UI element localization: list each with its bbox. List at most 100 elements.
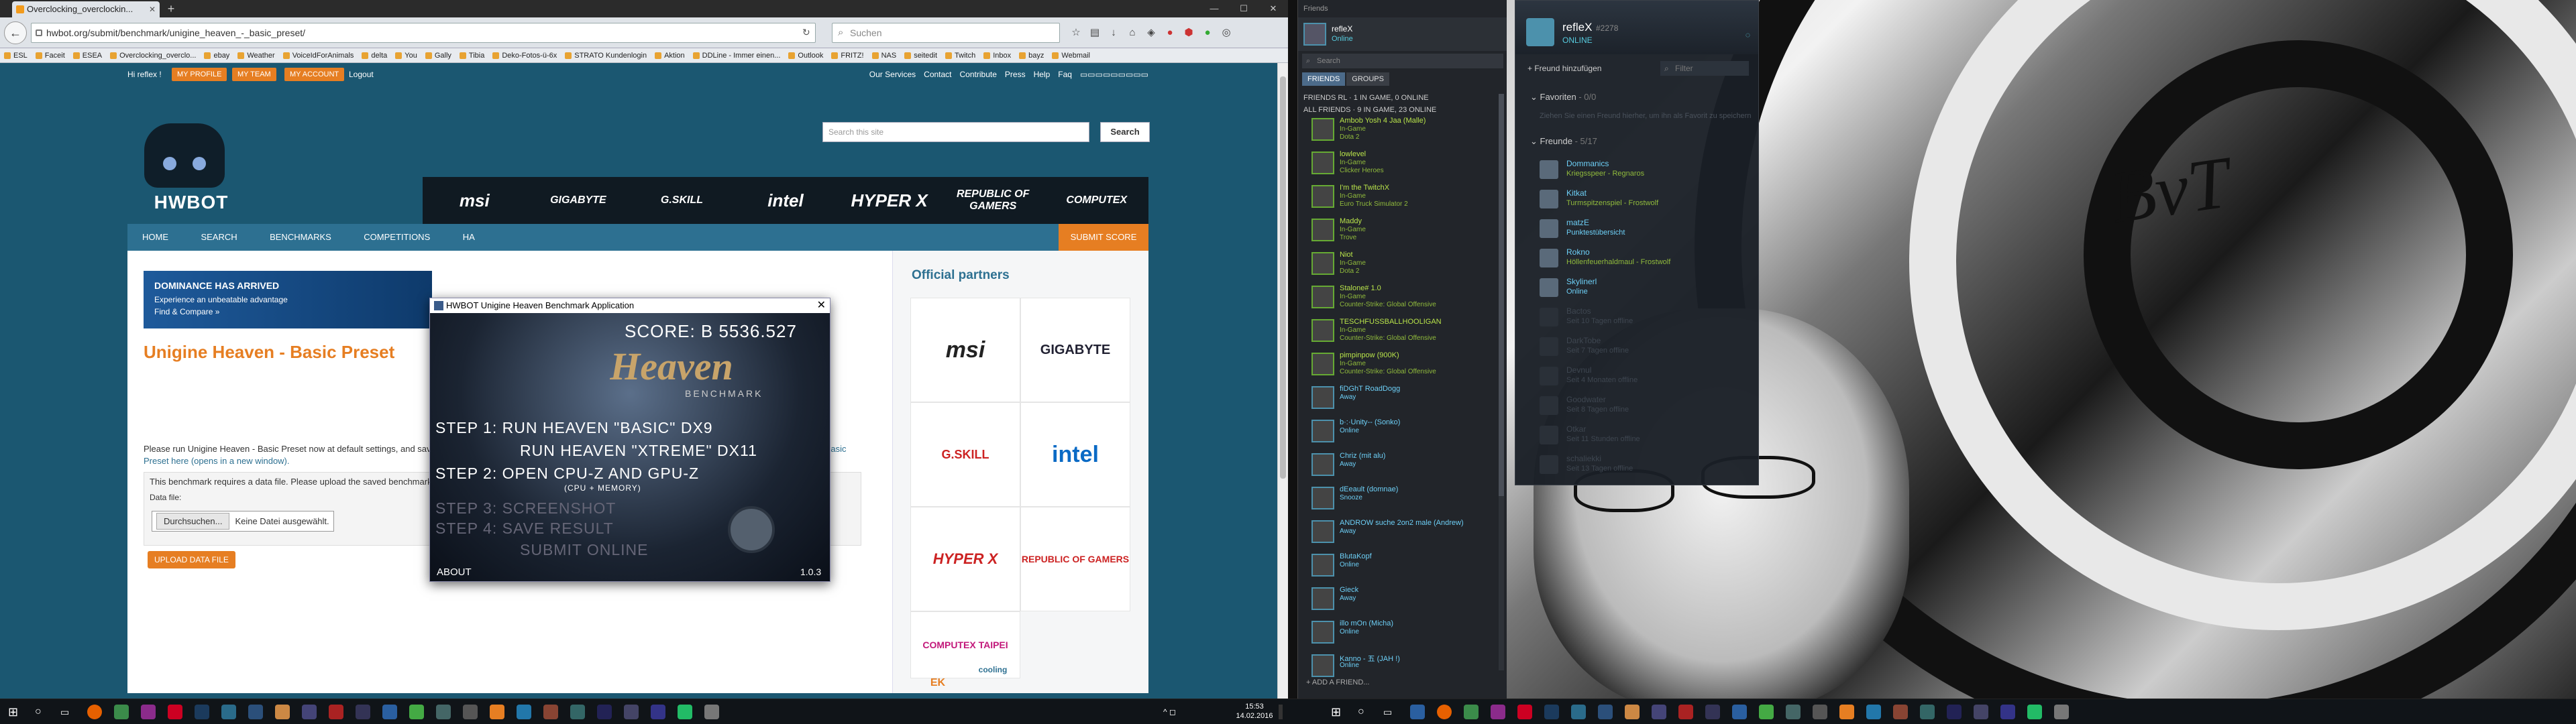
show-desktop-button[interactable] xyxy=(1279,705,1283,719)
app-slate-icon[interactable] xyxy=(624,705,639,719)
app-chip-icon[interactable] xyxy=(1705,705,1720,719)
steam-icon[interactable] xyxy=(195,705,209,719)
home-icon[interactable]: ⌂ xyxy=(1124,25,1140,40)
list-item[interactable]: Ambob Yosh 4 Jaa (Malle) In-Game Dota 2 xyxy=(1298,114,1507,146)
step3-screenshot-button[interactable]: STEP 3: SCREENSHOT xyxy=(435,499,616,518)
top-link-contribute[interactable]: Contribute xyxy=(960,70,997,79)
back-button[interactable]: ← xyxy=(4,21,27,44)
partner-hyperx[interactable]: HYPER X xyxy=(910,507,1020,611)
bookmark-item[interactable]: ESL xyxy=(0,52,32,60)
my-profile-header[interactable]: refleX Online xyxy=(1298,17,1507,51)
app-64-icon[interactable] xyxy=(1678,705,1693,719)
language-flags-icon[interactable]: ▭▭▭▭▭▭▭▭▭ xyxy=(1080,70,1148,79)
list-item[interactable]: Stalone# 1.0 In-Game Counter-Strike: Globa… xyxy=(1298,282,1507,314)
addon-red-icon[interactable]: ● xyxy=(1162,25,1178,40)
list-item[interactable]: lowlevel In-Game Clicker Heroes xyxy=(1298,147,1507,180)
my-account-button[interactable]: MY ACCOUNT xyxy=(284,68,345,81)
bookmark-item[interactable]: seitedit xyxy=(900,52,941,60)
pocket-icon[interactable]: ◈ xyxy=(1143,25,1159,40)
app-orange-icon[interactable] xyxy=(275,705,290,719)
app-64-icon[interactable] xyxy=(329,705,343,719)
list-item[interactable]: pimpinpow (900K) In-Game Counter-Strike: G… xyxy=(1298,349,1507,381)
list-item[interactable]: Chriz (mit alu) Away xyxy=(1298,449,1507,481)
top-link-faq[interactable]: Faq xyxy=(1058,70,1072,79)
app-brown-icon[interactable] xyxy=(1893,705,1908,719)
upload-data-file-button[interactable]: UPLOAD DATA FILE xyxy=(148,551,235,568)
bookmark-item[interactable]: Twitch xyxy=(941,52,979,60)
close-icon[interactable]: ✕ xyxy=(1258,0,1288,17)
my-profile-button[interactable]: MY PROFILE xyxy=(172,68,227,81)
logout-link[interactable]: Logout xyxy=(349,70,374,79)
tab-groups[interactable]: GROUPS xyxy=(1346,72,1389,86)
bookmark-item[interactable]: You xyxy=(391,52,421,60)
list-item[interactable]: BlutaKopf Online xyxy=(1298,550,1507,582)
sponsor-intel[interactable]: intel xyxy=(734,190,838,211)
profile-name[interactable]: refleX xyxy=(1562,21,1592,34)
bookmark-item[interactable]: bayz xyxy=(1015,52,1048,60)
sponsor-rog[interactable]: REPUBLIC OF GAMERS xyxy=(941,188,1045,213)
reading-list-icon[interactable]: ▤ xyxy=(1087,25,1103,40)
list-item[interactable]: Maddy In-Game Trove xyxy=(1298,215,1507,247)
list-item[interactable]: dEeault (domnae) Snooze xyxy=(1298,483,1507,515)
menu-benchmarks[interactable]: BENCHMARKS xyxy=(255,224,346,251)
list-item[interactable]: illo mOn (Micha) Online xyxy=(1298,617,1507,649)
my-team-button[interactable]: MY TEAM xyxy=(232,68,276,81)
list-item[interactable]: schaliekki Seit 13 Tagen offline xyxy=(1540,451,1754,481)
close-tab-icon[interactable]: ✕ xyxy=(149,1,156,17)
app-slate-icon[interactable] xyxy=(1974,705,1988,719)
app-chip-icon[interactable] xyxy=(356,705,370,719)
site-search-button[interactable]: Search xyxy=(1100,122,1150,142)
app-cyan-icon[interactable] xyxy=(1920,705,1935,719)
bookmark-item[interactable]: Aktion xyxy=(651,52,689,60)
app-orange-icon[interactable] xyxy=(1625,705,1640,719)
sponsor-gskill[interactable]: G.SKILL xyxy=(630,194,734,206)
vlc-icon[interactable] xyxy=(1839,705,1854,719)
step1-xtreme-button[interactable]: RUN HEAVEN "XTREME" DX11 xyxy=(520,442,757,460)
list-item[interactable]: Goodwater Seit 8 Tagen offline xyxy=(1540,392,1754,422)
app-dark-icon[interactable] xyxy=(1813,705,1827,719)
sponsor-computex[interactable]: COMPUTEX xyxy=(1044,194,1148,206)
bookmark-item[interactable]: Overclocking_overclo... xyxy=(106,52,200,60)
top-link-help[interactable]: Help xyxy=(1034,70,1051,79)
clock[interactable]: 15:53 14.02.2016 xyxy=(1234,702,1275,721)
partner-cooling[interactable]: cooling xyxy=(965,653,1020,686)
list-item[interactable]: b·:·Unity-- (Sonko) Online xyxy=(1298,416,1507,448)
bookmark-item[interactable]: VoiceIdForAnimals xyxy=(279,52,358,60)
browser-tab[interactable]: Overclocking_overclockin... ✕ xyxy=(12,1,160,17)
list-item[interactable]: Bactos Seit 10 Tagen offline xyxy=(1540,304,1754,333)
app-navy-icon[interactable] xyxy=(1947,705,1962,719)
list-item[interactable]: Otkar Seit 11 Stunden offline xyxy=(1540,422,1754,451)
task-view-icon[interactable]: ▭ xyxy=(1383,705,1398,719)
app-blue-icon[interactable] xyxy=(1571,705,1586,719)
bookmark-item[interactable]: Faceit xyxy=(32,52,69,60)
new-tab-button[interactable]: + xyxy=(164,2,178,15)
preset-link[interactable]: Preset here (opens in a new window). xyxy=(144,456,290,466)
steam-icon[interactable] xyxy=(1544,705,1559,719)
app-grey-icon[interactable] xyxy=(302,705,317,719)
app-monitor-icon[interactable] xyxy=(1598,705,1613,719)
list-item[interactable]: I'm the TwitchX In-Game Euro Truck Simulat… xyxy=(1298,181,1507,213)
step2-cpuz-button[interactable]: STEP 2: OPEN CPU-Z AND GPU-Z xyxy=(435,465,699,483)
list-item[interactable]: Skylinerl Online xyxy=(1540,274,1754,304)
chat-bubble-icon[interactable]: ◌ xyxy=(1746,30,1750,40)
search-icon[interactable]: ○ xyxy=(1358,705,1373,719)
app-dark-icon[interactable] xyxy=(463,705,478,719)
group-friends-rl[interactable]: FRIENDS RL · 1 IN GAME, 0 ONLINE xyxy=(1303,94,1429,102)
bookmark-item[interactable]: ebay xyxy=(200,52,233,60)
app-brown-icon[interactable] xyxy=(543,705,558,719)
bookmark-item[interactable]: Deko-Fotos-ü-6x xyxy=(488,52,561,60)
app-mint-icon[interactable] xyxy=(678,705,692,719)
bookmark-item[interactable]: Weather xyxy=(233,52,278,60)
page-scrollbar[interactable] xyxy=(1277,63,1288,699)
windows-start-icon[interactable]: ⊞ xyxy=(1331,705,1346,719)
file-input[interactable]: Durchsuchen... Keine Datei ausgewählt. xyxy=(152,511,334,532)
sponsor-msi[interactable]: msi xyxy=(423,190,527,211)
filezilla-icon[interactable] xyxy=(168,705,182,719)
teamspeak-icon[interactable] xyxy=(382,705,397,719)
bookmark-item[interactable]: Inbox xyxy=(979,52,1015,60)
tab-friends[interactable]: FRIENDS xyxy=(1302,72,1346,86)
addon-abp-icon[interactable]: ⬢ xyxy=(1181,25,1197,40)
step4-save-button[interactable]: STEP 4: SAVE RESULT xyxy=(435,520,614,538)
addon-green-icon[interactable]: ● xyxy=(1199,25,1216,40)
app-purple-icon[interactable] xyxy=(1491,705,1505,719)
